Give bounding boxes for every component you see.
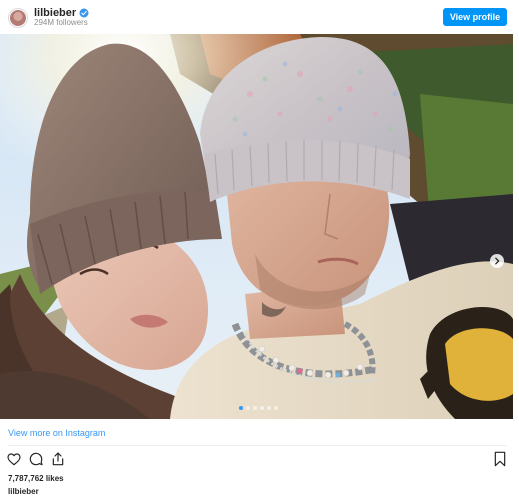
- divider: [8, 445, 507, 446]
- photo-image: [0, 34, 513, 419]
- like-button[interactable]: [6, 451, 22, 467]
- comment-button[interactable]: [28, 451, 44, 467]
- caption-username[interactable]: lilbieber: [8, 487, 39, 496]
- chevron-right-icon: [495, 257, 500, 265]
- share-icon: [52, 452, 64, 466]
- carousel-indicator: [239, 406, 278, 410]
- post-photo[interactable]: [0, 34, 513, 419]
- view-more-link[interactable]: View more on Instagram: [8, 428, 105, 438]
- carousel-dot: [274, 406, 278, 410]
- avatar[interactable]: [8, 8, 28, 28]
- carousel-dot: [267, 406, 271, 410]
- post-actions: [6, 451, 66, 467]
- view-profile-button[interactable]: View profile: [443, 8, 507, 26]
- carousel-dot: [260, 406, 264, 410]
- verified-badge-icon: [79, 8, 89, 18]
- share-button[interactable]: [50, 451, 66, 467]
- comment-icon: [29, 452, 43, 466]
- carousel-dot: [246, 406, 250, 410]
- heart-icon: [7, 453, 21, 466]
- likes-count: 7,787,762 likes: [8, 474, 64, 483]
- save-button[interactable]: [493, 451, 507, 467]
- instagram-embed-card: lilbieber 294M followers View profile Vi…: [0, 0, 519, 500]
- post-header: lilbieber 294M followers View profile: [0, 0, 519, 34]
- carousel-dot: [239, 406, 243, 410]
- followers-count: 294M followers: [34, 18, 88, 27]
- carousel-dot: [253, 406, 257, 410]
- next-slide-button[interactable]: [490, 254, 504, 268]
- avatar-image: [10, 10, 26, 26]
- bookmark-icon: [494, 451, 506, 467]
